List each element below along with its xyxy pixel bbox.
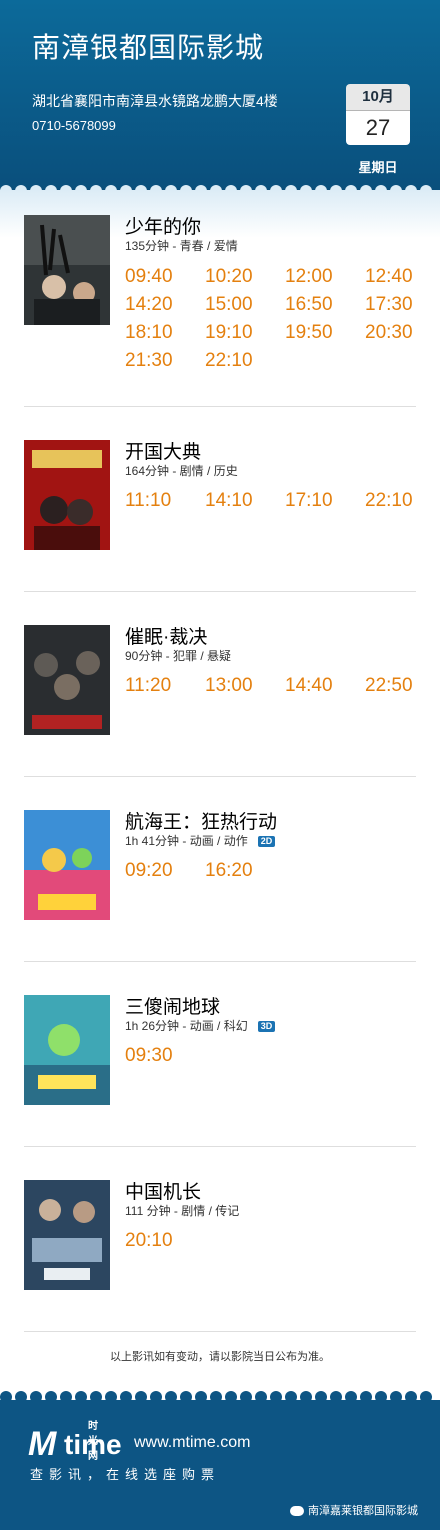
showtime[interactable]: 09:30: [125, 1045, 205, 1067]
showtime[interactable]: 19:50: [285, 322, 365, 344]
movie-meta-text: 1h 26分钟 - 动画 / 科幻: [125, 1019, 248, 1033]
showtime[interactable]: 15:00: [205, 294, 285, 316]
wechat-account: 南漳嘉莱银都国际影城: [290, 1502, 418, 1518]
movie-poster[interactable]: [24, 995, 110, 1105]
movie-meta-text: 1h 41分钟 - 动画 / 动作: [125, 834, 248, 848]
movie-meta: 164分钟 - 剧情 / 历史: [125, 464, 238, 478]
showtime[interactable]: 16:50: [285, 294, 365, 316]
movie-meta: 1h 41分钟 - 动画 / 动作 2D: [125, 832, 276, 849]
schedule-notice: 以上影讯如有变动，请以影院当日公布为准。: [110, 1351, 330, 1363]
account-name: 南漳嘉莱银都国际影城: [308, 1505, 418, 1517]
showtime-list: 09:20 16:20: [125, 860, 425, 882]
showtime[interactable]: 14:40: [285, 675, 365, 697]
showtime[interactable]: 12:40: [365, 266, 440, 288]
date-weekday: 星期日: [358, 160, 398, 175]
movie-title[interactable]: 少年的你: [125, 212, 201, 239]
showtime[interactable]: 16:20: [205, 860, 285, 882]
movie-poster[interactable]: [24, 1180, 110, 1290]
movie-item[interactable]: 催眠·裁决 90分钟 - 犯罪 / 悬疑 11:20 13:00 14:40 2…: [0, 592, 440, 777]
logo-cn: 时光网: [88, 1421, 98, 1462]
movie-title[interactable]: 中国机长: [125, 1177, 201, 1204]
movie-poster[interactable]: [24, 810, 110, 920]
site-url[interactable]: www.mtime.com: [134, 1434, 250, 1452]
movie-meta: 111 分钟 - 剧情 / 传记: [125, 1204, 240, 1218]
showtime[interactable]: 13:00: [205, 675, 285, 697]
movie-item[interactable]: 开国大典 164分钟 - 剧情 / 历史 11:10 14:10 17:10 2…: [0, 407, 440, 592]
showtime[interactable]: 09:40: [125, 266, 205, 288]
showtime[interactable]: 14:20: [125, 294, 205, 316]
showtime-list: 20:10: [125, 1230, 425, 1252]
showtime[interactable]: 20:30: [365, 322, 440, 344]
movie-item[interactable]: 中国机长 111 分钟 - 剧情 / 传记 20:10: [0, 1147, 440, 1332]
showtime-list: 09:40 10:20 12:00 12:40 14:20 15:00 16:5…: [125, 266, 425, 372]
showtime[interactable]: 11:20: [125, 675, 205, 697]
showtime-list: 09:30: [125, 1045, 425, 1067]
showtime[interactable]: 14:10: [205, 490, 285, 512]
cinema-header: 南漳银都国际影城 湖北省襄阳市南漳县水镜路龙鹏大厦4楼 0710-5678099…: [0, 0, 440, 196]
movie-meta: 135分钟 - 青春 / 爱情: [125, 239, 238, 253]
movie-title[interactable]: 三傻闹地球: [125, 992, 220, 1019]
showtime[interactable]: 11:10: [125, 490, 205, 512]
date-calendar: 10月 27: [346, 84, 410, 145]
showtime[interactable]: 22:50: [365, 675, 440, 697]
showtime-list: 11:10 14:10 17:10 22:10: [125, 490, 425, 512]
movie-meta: 90分钟 - 犯罪 / 悬疑: [125, 649, 232, 663]
movie-list: 少年的你 135分钟 - 青春 / 爱情 09:40 10:20 12:00 1…: [0, 190, 440, 1402]
showtime[interactable]: 19:10: [205, 322, 285, 344]
format-badge: 2D: [257, 836, 276, 848]
showtime-list: 11:20 13:00 14:40 22:50: [125, 675, 425, 697]
movie-poster[interactable]: [24, 625, 110, 735]
showtime[interactable]: 18:10: [125, 322, 205, 344]
format-badge: 3D: [257, 1021, 276, 1033]
logo-m-mark: M: [28, 1425, 56, 1463]
showtime[interactable]: 22:10: [365, 490, 440, 512]
mtime-footer: M time 时光网 www.mtime.com 查影讯，在线选座购票 南漳嘉莱…: [0, 1400, 440, 1530]
movie-item[interactable]: 三傻闹地球 1h 26分钟 - 动画 / 科幻 3D 09:30: [0, 962, 440, 1147]
showtime[interactable]: 20:10: [125, 1230, 205, 1252]
movie-item[interactable]: 少年的你 135分钟 - 青春 / 爱情 09:40 10:20 12:00 1…: [0, 190, 440, 407]
divider: [24, 1331, 416, 1332]
date-month: 10月: [346, 84, 410, 111]
movie-title[interactable]: 催眠·裁决: [125, 622, 207, 649]
date-day: 27: [346, 111, 410, 145]
showtime[interactable]: 22:10: [205, 350, 285, 372]
movie-title[interactable]: 开国大典: [125, 437, 201, 464]
showtime[interactable]: 12:00: [285, 266, 365, 288]
movie-title[interactable]: 航海王：狂热行动: [125, 807, 277, 834]
showtime[interactable]: 17:30: [365, 294, 440, 316]
tagline: 查影讯，在线选座购票: [30, 1467, 221, 1482]
showtime[interactable]: 17:10: [285, 490, 365, 512]
showtime[interactable]: 10:20: [205, 266, 285, 288]
showtime-page: 南漳银都国际影城 湖北省襄阳市南漳县水镜路龙鹏大厦4楼 0710-5678099…: [0, 0, 440, 1530]
cinema-phone[interactable]: 0710-5678099: [32, 118, 116, 133]
cinema-name: 南漳银都国际影城: [32, 32, 265, 63]
movie-item[interactable]: 航海王：狂热行动 1h 41分钟 - 动画 / 动作 2D 09:20 16:20: [0, 777, 440, 962]
wechat-icon: [290, 1506, 304, 1517]
showtime[interactable]: 21:30: [125, 350, 205, 372]
movie-poster[interactable]: [24, 215, 110, 325]
showtime[interactable]: 09:20: [125, 860, 205, 882]
movie-meta: 1h 26分钟 - 动画 / 科幻 3D: [125, 1017, 276, 1034]
movie-poster[interactable]: [24, 440, 110, 550]
cinema-address: 湖北省襄阳市南漳县水镜路龙鹏大厦4楼: [32, 93, 278, 109]
